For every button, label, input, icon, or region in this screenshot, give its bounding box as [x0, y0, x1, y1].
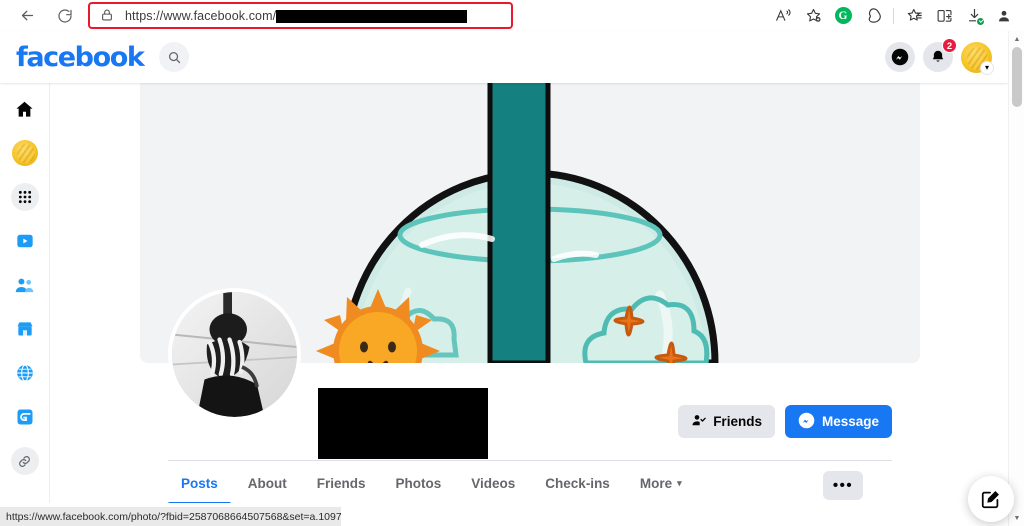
scroll-up-arrow[interactable]: ▲	[1009, 31, 1024, 47]
sidebar-item-profile[interactable]	[11, 139, 39, 167]
scroll-down-arrow[interactable]: ▼	[1009, 510, 1024, 526]
tab-posts[interactable]: Posts	[168, 461, 231, 503]
sidebar-item-menu[interactable]	[10, 183, 39, 211]
tab-photos[interactable]: Photos	[383, 461, 455, 503]
back-button[interactable]	[12, 1, 42, 31]
tab-friends-label: Friends	[316, 475, 366, 491]
favorites-add-icon[interactable]	[799, 2, 827, 30]
browser-window: https://www.facebook.com/ G facebook 2 ▾…	[0, 0, 1024, 526]
chevron-down-icon: ▾	[677, 477, 682, 488]
more-options-button[interactable]: •••	[823, 471, 863, 500]
status-bar: https://www.facebook.com/photo/?fbid=258…	[0, 507, 341, 526]
profile-picture[interactable]	[168, 288, 301, 421]
chevron-down-icon[interactable]: ▾	[980, 60, 994, 75]
left-sidebar	[0, 83, 50, 503]
friends-button[interactable]: Friends	[678, 405, 775, 438]
facebook-header-actions: 2 ▾	[885, 31, 994, 83]
read-aloud-icon[interactable]	[769, 2, 797, 30]
profile-name-redaction	[318, 388, 488, 459]
extension-icon[interactable]	[859, 2, 887, 30]
url-text: https://www.facebook.com/	[125, 8, 277, 23]
refresh-button[interactable]	[50, 1, 80, 31]
tab-checkins[interactable]: Check-ins	[532, 461, 623, 503]
profile-photo-art	[172, 292, 297, 417]
tab-videos-label: Videos	[471, 475, 516, 491]
tab-more[interactable]: More ▾	[627, 461, 695, 503]
friends-button-label: Friends	[713, 414, 762, 429]
toolbar-divider	[893, 7, 894, 24]
notifications-bell-icon[interactable]: 2	[923, 38, 957, 72]
profile-picture-image	[172, 292, 297, 417]
url-redaction-block	[276, 10, 468, 23]
message-button-label: Message	[821, 414, 879, 429]
collections-icon[interactable]	[900, 2, 928, 30]
profile-card: Friends Message Posts About Friends Phot…	[140, 83, 920, 503]
browser-toolbar: https://www.facebook.com/ G	[0, 0, 1024, 31]
avatar-icon	[11, 140, 38, 166]
person-check-icon	[691, 413, 706, 431]
tab-photos-label: Photos	[395, 475, 442, 491]
sidebar-item-marketplace[interactable]	[11, 315, 39, 343]
grammarly-extension-icon[interactable]: G	[829, 2, 857, 30]
sidebar-item-friends[interactable]	[11, 271, 39, 299]
scrollbar-thumb[interactable]	[1012, 47, 1022, 107]
messenger-icon	[798, 412, 815, 432]
facebook-header: facebook 2 ▾	[0, 31, 1008, 83]
sidebar-item-link[interactable]	[10, 447, 39, 475]
notification-count-badge: 2	[942, 38, 957, 53]
tab-about[interactable]: About	[235, 461, 300, 503]
address-bar[interactable]: https://www.facebook.com/	[88, 2, 513, 29]
downloads-icon[interactable]	[960, 2, 988, 30]
page-scrollbar[interactable]: ▲ ▼	[1008, 31, 1024, 526]
tab-posts-label: Posts	[181, 475, 218, 491]
browser-toolbar-actions: G	[769, 0, 1018, 31]
messenger-icon[interactable]	[885, 42, 915, 72]
tab-more-label: More	[639, 475, 673, 491]
sidebar-item-groups[interactable]	[11, 359, 39, 387]
profile-icon[interactable]	[990, 2, 1018, 30]
split-screen-icon[interactable]	[930, 2, 958, 30]
tab-about-label: About	[247, 475, 287, 491]
account-avatar[interactable]: ▾	[961, 41, 994, 75]
sidebar-item-watch[interactable]	[11, 227, 39, 255]
sidebar-item-gaming[interactable]	[11, 403, 39, 431]
search-icon[interactable]	[159, 42, 190, 72]
profile-tabs: Posts About Friends Photos Videos Check-…	[168, 461, 695, 503]
profile-actions: Friends Message	[678, 405, 892, 438]
download-complete-badge	[976, 16, 985, 26]
sidebar-item-home[interactable]	[11, 95, 39, 123]
compose-edit-icon[interactable]	[968, 476, 1014, 522]
lock-icon	[100, 8, 116, 24]
tab-friends[interactable]: Friends	[304, 461, 379, 503]
tab-checkins-label: Check-ins	[545, 475, 610, 491]
facebook-logo[interactable]: facebook	[16, 42, 145, 73]
tab-videos[interactable]: Videos	[458, 461, 528, 503]
main-content: Friends Message Posts About Friends Phot…	[50, 83, 1008, 503]
message-button[interactable]: Message	[784, 405, 892, 438]
